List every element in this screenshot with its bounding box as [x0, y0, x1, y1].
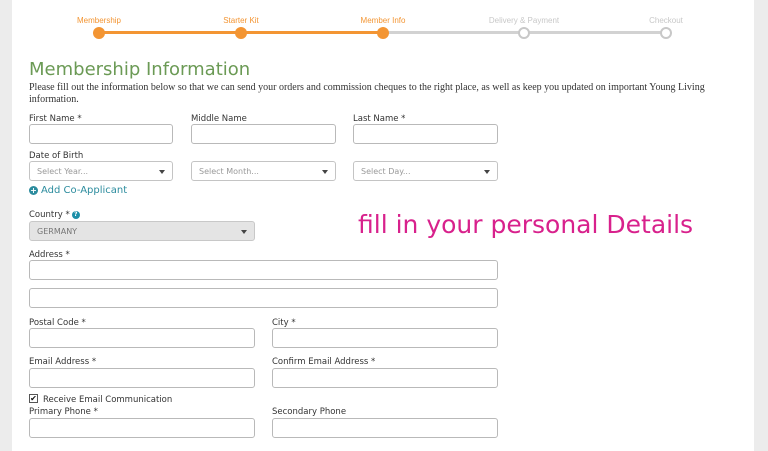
add-co-applicant-label: Add Co-Applicant: [41, 185, 128, 196]
step-label-member-info: Member Info: [360, 16, 406, 25]
dob-day-select[interactable]: Select Day...: [353, 161, 498, 181]
chevron-down-icon: [322, 170, 328, 174]
confirm-email-input[interactable]: [272, 368, 498, 388]
address-line2-input[interactable]: [29, 288, 498, 308]
help-icon[interactable]: ?: [71, 211, 80, 219]
address-label: Address *: [29, 250, 70, 260]
confirm-email-label: Confirm Email Address *: [272, 357, 376, 367]
dob-month-value: Select Month...: [199, 167, 259, 176]
annotation-text: fill in your personal Details: [358, 210, 694, 239]
step-dot-delivery-payment: [518, 27, 530, 39]
postal-code-input[interactable]: [29, 328, 255, 348]
dob-label: Date of Birth: [29, 151, 84, 161]
secondary-phone-label: Secondary Phone: [272, 407, 347, 417]
address-line1-input[interactable]: [29, 260, 498, 280]
step-label-delivery-payment: Delivery & Payment: [488, 16, 560, 25]
country-label: Country *?: [29, 210, 80, 220]
step-dot-starter-kit[interactable]: [235, 27, 247, 39]
last-name-input[interactable]: [353, 124, 498, 144]
email-label: Email Address *: [29, 357, 97, 367]
country-select: GERMANY: [29, 221, 255, 241]
country-value: GERMANY: [37, 227, 78, 236]
step-label-starter-kit: Starter Kit: [223, 16, 259, 25]
dob-year-value: Select Year...: [37, 167, 89, 176]
step-dot-checkout: [660, 27, 672, 39]
dob-year-select[interactable]: Select Year...: [29, 161, 173, 181]
email-input[interactable]: [29, 368, 255, 388]
plus-circle-icon: +: [29, 186, 38, 195]
section-intro: Please fill out the information below so…: [29, 82, 705, 105]
first-name-input[interactable]: [29, 124, 173, 144]
city-input[interactable]: [272, 328, 498, 348]
primary-phone-input[interactable]: [29, 418, 255, 438]
secondary-phone-input[interactable]: [272, 418, 498, 438]
city-label: City *: [272, 318, 296, 328]
step-label-checkout: Checkout: [649, 16, 683, 25]
country-label-text: Country *: [29, 210, 70, 220]
primary-phone-label: Primary Phone *: [29, 407, 98, 417]
middle-name-input[interactable]: [191, 124, 336, 144]
receive-email-checkbox[interactable]: ✔: [29, 394, 38, 403]
section-title: Membership Information: [29, 59, 251, 80]
first-name-label: First Name *: [29, 114, 82, 124]
postal-code-label: Postal Code *: [29, 318, 86, 328]
middle-name-label: Middle Name: [191, 114, 247, 124]
step-label-membership: Membership: [76, 16, 122, 25]
chevron-down-icon: [241, 230, 247, 234]
chevron-down-icon: [159, 170, 165, 174]
chevron-down-icon: [484, 170, 490, 174]
dob-day-value: Select Day...: [361, 167, 411, 176]
dob-month-select[interactable]: Select Month...: [191, 161, 336, 181]
step-dot-membership[interactable]: [93, 27, 105, 39]
add-co-applicant-link[interactable]: + Add Co-Applicant: [29, 185, 127, 196]
step-dot-member-info[interactable]: [377, 27, 389, 39]
last-name-label: Last Name *: [353, 114, 406, 124]
receive-email-label: Receive Email Communication: [43, 395, 173, 405]
